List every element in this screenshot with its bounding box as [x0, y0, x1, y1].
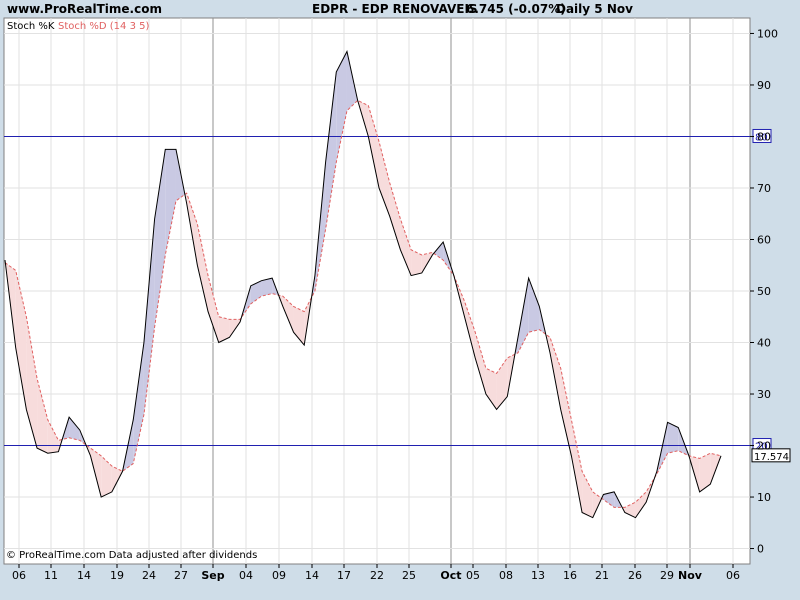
x-tick-label: 26: [628, 569, 642, 582]
x-tick-label: 22: [370, 569, 384, 582]
y-tick-label: 60: [757, 233, 771, 246]
x-tick-label: 06: [726, 569, 740, 582]
x-tick-label: 29: [660, 569, 674, 582]
x-tick-label: 09: [272, 569, 286, 582]
x-tick-label: Sep: [201, 569, 224, 582]
y-tick-label: 70: [757, 182, 771, 195]
x-axis: 06 11 14 19 24 27 Sep 04 09 14 17 22 25 Oct 05 08 13 16 21…: [12, 564, 740, 582]
y-tick-label: 90: [757, 79, 771, 92]
y-axis: 0 10 20 30 40 50 60 70 80 90 100: [750, 27, 778, 556]
x-tick-label: 06: [12, 569, 26, 582]
stochastic-chart[interactable]: 80 20 17.574 0 10 20 30 40 50 60 70 80 90 100 06 11 1…: [0, 0, 800, 600]
x-tick-label: 14: [77, 569, 91, 582]
x-tick-label: 11: [44, 569, 58, 582]
y-tick-label: 50: [757, 285, 771, 298]
y-tick-label: 40: [757, 337, 771, 350]
x-tick-label: 24: [142, 569, 156, 582]
y-tick-label: 10: [757, 491, 771, 504]
x-tick-label: 14: [305, 569, 319, 582]
x-tick-label: 13: [531, 569, 545, 582]
legend-stoch-k: Stoch %K: [7, 21, 55, 32]
x-tick-label: Nov: [678, 569, 703, 582]
x-tick-label: 16: [563, 569, 577, 582]
x-tick-label: 25: [402, 569, 416, 582]
copyright-note: © ProRealTime.com Data adjusted after di…: [6, 550, 257, 561]
x-tick-label: 08: [499, 569, 513, 582]
legend-stoch-d: Stoch %D (14 3 5): [58, 21, 149, 32]
x-tick-label: 27: [174, 569, 188, 582]
y-tick-label: 30: [757, 388, 771, 401]
y-tick-label: 80: [757, 130, 771, 143]
x-tick-label: 05: [466, 569, 480, 582]
x-tick-label: 21: [595, 569, 609, 582]
y-tick-label: 100: [757, 27, 778, 40]
x-tick-label: 17: [337, 569, 351, 582]
x-tick-label: Oct: [440, 569, 461, 582]
x-tick-label: 19: [110, 569, 124, 582]
last-value-label: 17.574: [754, 452, 789, 463]
y-tick-label: 20: [757, 440, 771, 453]
x-tick-label: 04: [239, 569, 253, 582]
y-tick-label: 0: [757, 543, 764, 556]
